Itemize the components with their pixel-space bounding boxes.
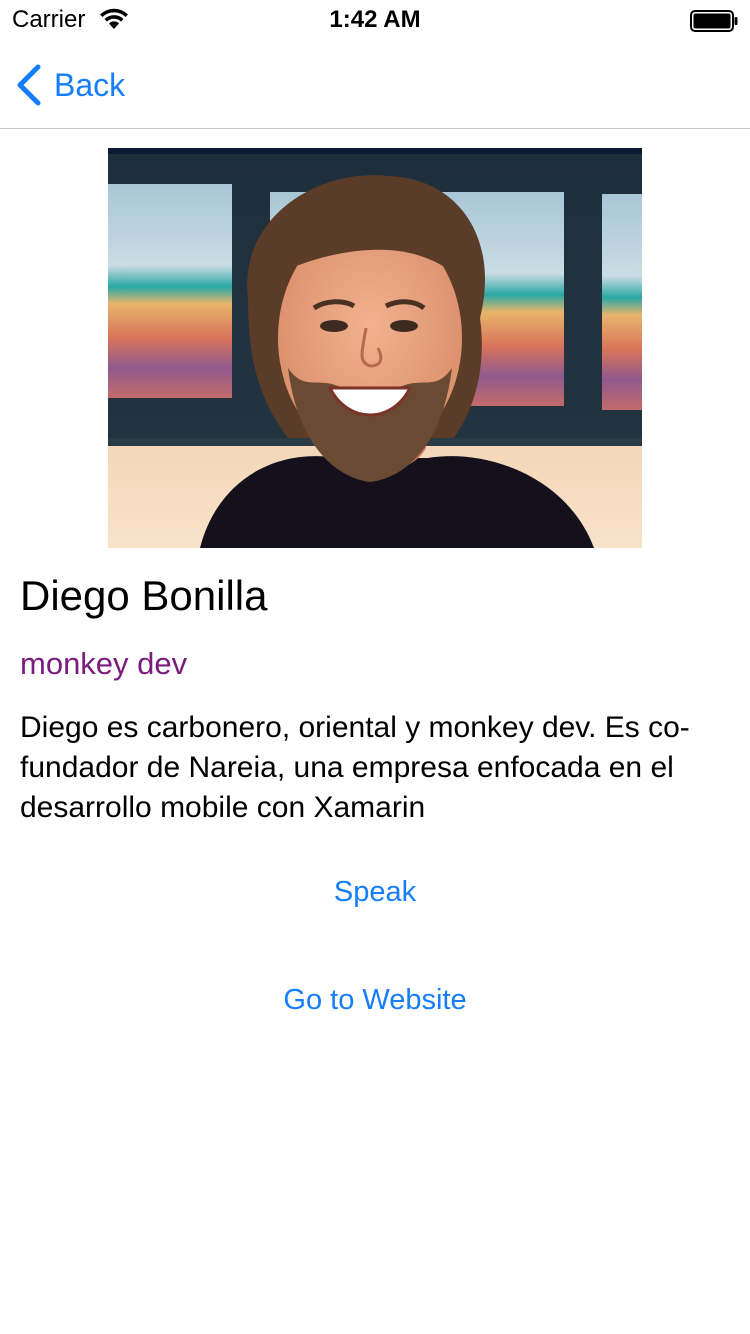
battery-icon [690, 10, 738, 32]
back-button-label: Back [54, 66, 126, 103]
speaker-role: monkey dev [20, 646, 188, 681]
speaker-detail-screen: Carrier 1:42 AM Back Diego Bonilla monke… [0, 0, 750, 1334]
go-to-website-button[interactable]: Go to Website [0, 984, 750, 1017]
clock: 1:42 AM [329, 6, 421, 33]
status-bar: Carrier 1:42 AM [0, 0, 750, 40]
speaker-name: Diego Bonilla [20, 572, 268, 619]
back-button[interactable]: Back [14, 62, 125, 108]
speaker-bio: Diego es carbonero, oriental y monkey de… [20, 711, 690, 824]
speaker-photo-illustration [108, 148, 642, 548]
chevron-left-icon [17, 64, 41, 106]
speaker-photo [108, 148, 642, 548]
navigation-bar: Back [0, 40, 750, 129]
speak-button[interactable]: Speak [0, 876, 750, 909]
